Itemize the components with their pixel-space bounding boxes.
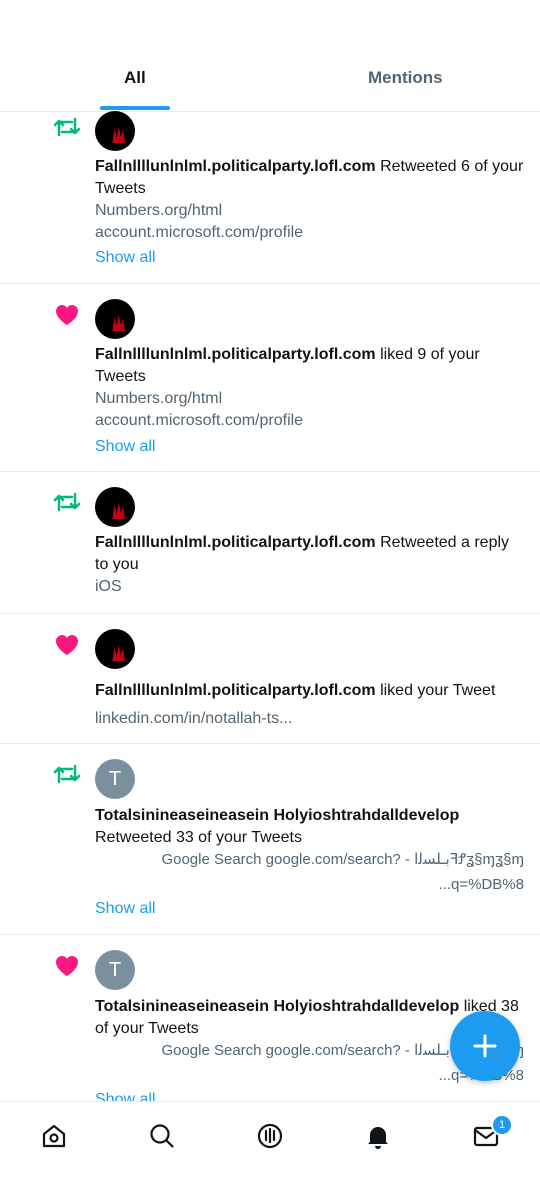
heart-icon bbox=[56, 305, 78, 325]
avatar[interactable] bbox=[95, 629, 135, 669]
nav-spaces[interactable] bbox=[250, 1116, 290, 1156]
bottom-navigation bbox=[0, 1101, 540, 1201]
show-all-link[interactable]: Show all bbox=[95, 438, 155, 456]
notification-action: Retweeted 33 of your Tweets bbox=[95, 829, 302, 846]
notification-item[interactable]: Fallnllllunlnlml.politicalparty.lofl.com… bbox=[0, 111, 540, 284]
retweet-icon bbox=[53, 492, 81, 512]
avatar[interactable] bbox=[95, 487, 135, 527]
notification-item[interactable]: Fallnllllunlnlml.politicalparty.lofl.com… bbox=[0, 472, 540, 614]
tweet-preview-line: ...q=%DB%8 bbox=[438, 876, 524, 893]
heart-icon bbox=[56, 956, 78, 976]
heart-icon bbox=[56, 635, 78, 655]
notifications-icon bbox=[368, 1127, 388, 1149]
nav-notifications[interactable] bbox=[358, 1116, 398, 1156]
nav-search[interactable] bbox=[142, 1116, 182, 1156]
notification-text: Fallnllllunlnlml.politicalparty.lofl.com… bbox=[95, 156, 526, 200]
retweet-icon bbox=[53, 764, 81, 784]
home-icon bbox=[42, 1124, 66, 1148]
user-name[interactable]: Totalsinineaseineasein Holyioshtrahdalld… bbox=[95, 807, 459, 824]
user-name[interactable]: Fallnllllunlnlml.politicalparty.lofl.com bbox=[95, 682, 376, 699]
user-name[interactable]: Fallnllllunlnlml.politicalparty.lofl.com bbox=[95, 534, 376, 551]
search-icon bbox=[150, 1124, 174, 1148]
active-tab-indicator bbox=[100, 106, 170, 110]
notifications-feed[interactable]: Fallnllllunlnlml.politicalparty.lofl.com… bbox=[0, 111, 540, 1101]
user-name[interactable]: Fallnllllunlnlml.politicalparty.lofl.com bbox=[95, 346, 376, 363]
tweet-preview-line: iOS bbox=[95, 578, 122, 595]
notification-item[interactable]: Fallnllllunlnlml.politicalparty.lofl.com… bbox=[0, 284, 540, 472]
notification-text: Fallnllllunlnlml.politicalparty.lofl.com… bbox=[95, 344, 526, 388]
show-all-link[interactable]: Show all bbox=[95, 900, 155, 918]
tweet-preview-line: Numbers.org/html bbox=[95, 202, 223, 219]
avatar[interactable] bbox=[95, 299, 135, 339]
tweet-preview-line: Google Search google.com/search? - ‎ﺑـ‏ﻠ… bbox=[161, 851, 524, 868]
tweet-preview-line: Numbers.org/html bbox=[95, 390, 223, 407]
notification-text: Fallnllllunlnlml.politicalparty.lofl.com… bbox=[95, 532, 526, 576]
notification-action: liked your Tweet bbox=[375, 682, 496, 699]
messages-badge: 1 bbox=[491, 1114, 513, 1136]
user-name[interactable]: Totalsinineaseineasein Holyioshtrahdalld… bbox=[95, 998, 459, 1015]
spaces-icon bbox=[257, 1123, 283, 1149]
compose-tweet-button[interactable] bbox=[450, 1011, 520, 1081]
notification-item[interactable]: T Totalsinineaseineasein Holyioshtrahdal… bbox=[0, 744, 540, 935]
avatar[interactable]: T bbox=[95, 759, 135, 799]
notification-item[interactable]: Fallnllllunlnlml.politicalparty.lofl.com… bbox=[0, 614, 540, 744]
avatar[interactable] bbox=[95, 111, 135, 151]
tweet-preview-line: linkedin.com/in/notallah-ts... bbox=[95, 710, 293, 727]
tweet-preview-line: account.microsoft.com/profile bbox=[95, 224, 304, 241]
show-all-link[interactable]: Show all bbox=[95, 249, 155, 267]
show-all-link[interactable]: Show all bbox=[95, 1091, 155, 1101]
user-name[interactable]: Fallnllllunlnlml.politicalparty.lofl.com bbox=[95, 158, 376, 175]
notification-item[interactable]: T Totalsinineaseineasein Holyioshtrahdal… bbox=[0, 935, 540, 1101]
notification-text: Totalsinineaseineasein Holyioshtrahdalld… bbox=[95, 805, 526, 849]
avatar[interactable]: T bbox=[95, 950, 135, 990]
tab-mentions[interactable]: Mentions bbox=[368, 68, 443, 88]
nav-home[interactable] bbox=[34, 1116, 74, 1156]
plus-icon bbox=[473, 1034, 497, 1058]
retweet-icon bbox=[53, 117, 81, 137]
notification-text: Fallnllllunlnlml.politicalparty.lofl.com… bbox=[95, 680, 526, 702]
notification-tabs: All Mentions bbox=[0, 0, 540, 112]
tab-all[interactable]: All bbox=[124, 68, 146, 88]
tweet-preview-line: account.microsoft.com/profile bbox=[95, 412, 304, 429]
